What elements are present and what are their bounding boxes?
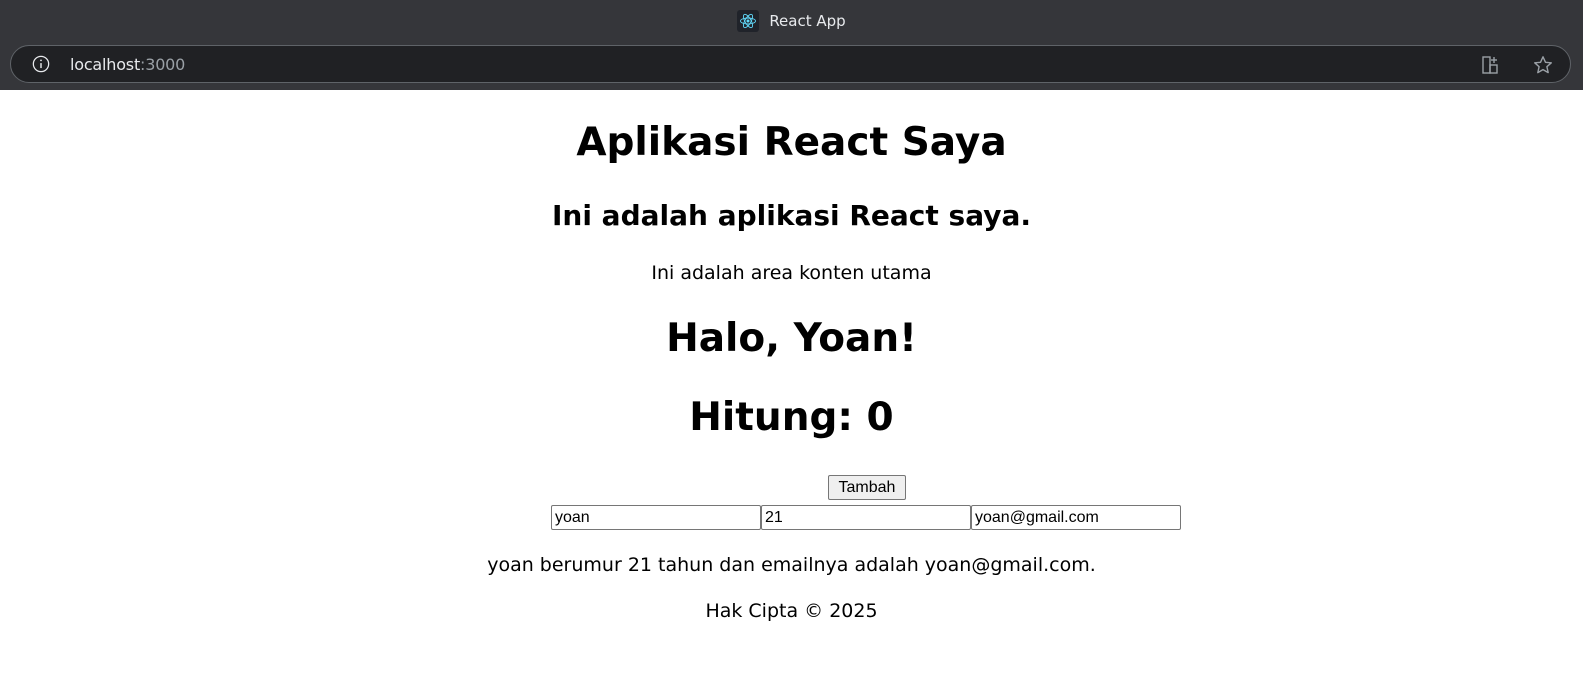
site-info-icon[interactable] [32,55,50,73]
main-content-text: Ini adalah area konten utama [651,262,932,284]
react-logo-icon [737,10,760,32]
address-bar[interactable]: localhost:3000 [10,45,1571,83]
browser-chrome: React App localhost:3000 [0,0,1583,90]
greeting-heading: Halo, Yoan! [666,316,917,361]
page-content: Aplikasi React Saya Ini adalah aplikasi … [0,90,1583,673]
bookmark-star-icon[interactable] [1532,54,1554,76]
url-text[interactable]: localhost:3000 [70,55,185,74]
counter-heading: Hitung: 0 [689,395,894,440]
tab-title: React App [769,12,846,30]
install-app-icon[interactable] [1480,54,1502,76]
age-input[interactable] [761,505,971,530]
app-subtitle: Ini adalah aplikasi React saya. [551,199,1032,232]
form-inputs [551,505,1181,530]
email-input[interactable] [971,505,1181,530]
name-input[interactable] [551,505,761,530]
add-button[interactable]: Tambah [828,475,906,500]
footer-copyright: Hak Cipta © 2025 [705,600,878,622]
url-host: localhost [70,54,141,74]
title-bar: React App [0,0,1583,42]
summary-text: yoan berumur 21 tahun dan emailnya adala… [487,554,1096,576]
url-port: :3000 [140,54,186,74]
app-title: Aplikasi React Saya [576,120,1007,165]
